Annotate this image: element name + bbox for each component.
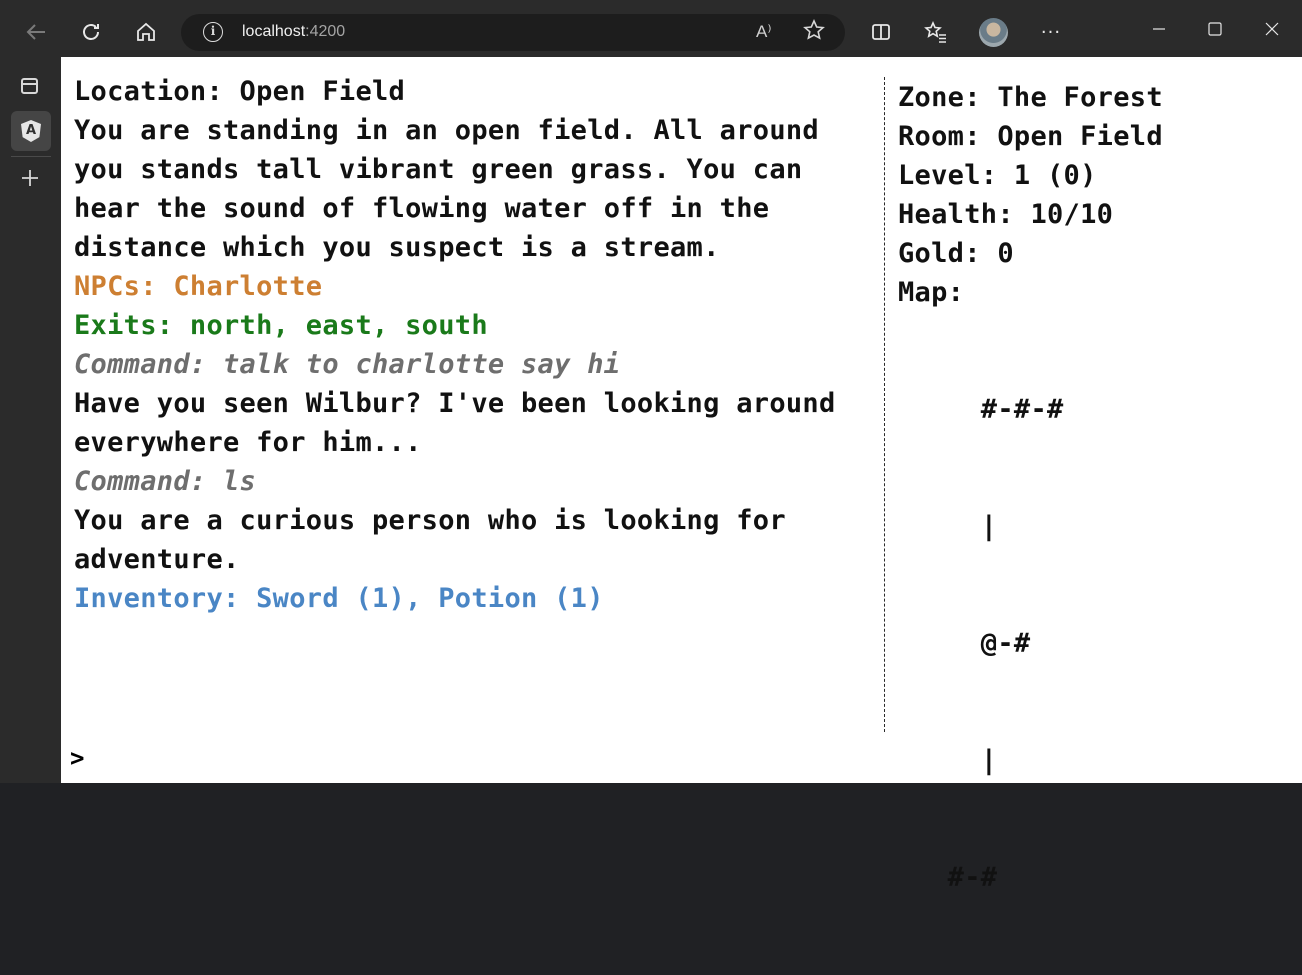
gold-line: Gold: 0 (898, 238, 1014, 269)
command-prompt[interactable]: > (70, 739, 85, 778)
map-row: @-# (898, 628, 1031, 659)
npc-response: Have you seen Wilbur? I've been looking … (74, 388, 853, 458)
location-line: Location: Open Field (74, 76, 406, 107)
level-line: Level: 1 (0) (898, 160, 1097, 191)
close-icon[interactable] (1252, 14, 1292, 44)
address-bar[interactable]: i localhost:4200 A⁾ (181, 14, 845, 51)
zone-line: Zone: The Forest (898, 82, 1163, 113)
inventory-line: Inventory: Sword (1), Potion (1) (74, 583, 604, 614)
url-text[interactable]: localhost:4200 (242, 23, 345, 41)
status-panel: Zone: The Forest Room: Open Field Level:… (898, 78, 1278, 975)
command-echo: Command: talk to charlotte say hi (74, 349, 621, 380)
minimize-icon[interactable] (1139, 14, 1179, 44)
exits-line: Exits: north, east, south (74, 310, 488, 341)
map-row: | (898, 745, 998, 776)
split-screen-icon[interactable] (866, 17, 896, 47)
vertical-tab-strip: A (0, 64, 61, 783)
self-description: You are a curious person who is looking … (74, 505, 803, 575)
maximize-icon[interactable] (1195, 14, 1235, 44)
map-grid: #-#-# | @-# | #-# (898, 312, 1278, 975)
map-row: #-#-# (898, 394, 1064, 425)
health-line: Health: 10/10 (898, 199, 1114, 230)
map-row: #-# (898, 862, 998, 893)
read-aloud-icon[interactable]: A⁾ (756, 22, 772, 42)
new-tab-icon[interactable] (18, 168, 42, 192)
profile-avatar[interactable] (979, 18, 1008, 47)
map-row: | (898, 511, 998, 542)
more-icon[interactable]: ··· (1036, 17, 1066, 47)
tab-localhost[interactable]: A (11, 111, 51, 151)
refresh-icon[interactable] (76, 17, 106, 47)
game-output: Location: Open Field You are standing in… (74, 72, 864, 618)
tab-divider (11, 156, 51, 157)
npcs-line: NPCs: Charlotte (74, 271, 323, 302)
home-icon[interactable] (131, 17, 161, 47)
back-icon[interactable] (21, 17, 51, 47)
angular-icon: A (21, 120, 41, 142)
browser-toolbar: i localhost:4200 A⁾ ··· (0, 0, 1302, 64)
info-icon[interactable]: i (203, 22, 223, 42)
description-text: You are standing in an open field. All a… (74, 115, 836, 263)
tab-actions-icon[interactable] (21, 78, 38, 94)
game-page: Location: Open Field You are standing in… (61, 57, 1302, 893)
favorites-icon[interactable] (921, 17, 951, 47)
command-echo: Command: ls (74, 466, 257, 497)
panel-divider (884, 77, 885, 732)
map-label: Map: (898, 277, 965, 308)
favorite-star-icon[interactable] (803, 19, 825, 47)
room-line: Room: Open Field (898, 121, 1163, 152)
